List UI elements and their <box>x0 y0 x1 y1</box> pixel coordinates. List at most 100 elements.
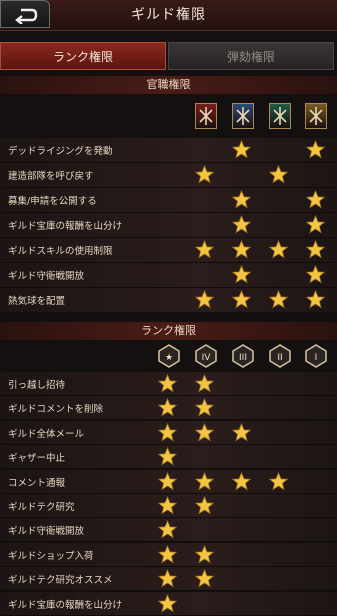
star-icon <box>232 471 251 490</box>
star-icon <box>232 240 251 259</box>
official-permission-row: 募集/申請を公開する <box>0 188 337 213</box>
star-icon <box>269 240 288 259</box>
rank-permission-row: 引っ越し招待 <box>0 372 337 396</box>
official-section-title: 官職権限 <box>0 76 337 94</box>
star-icon <box>306 290 325 309</box>
star-icon <box>158 447 177 466</box>
rank-permission-row: ギルドコメントを削除 <box>0 396 337 421</box>
star-icon <box>232 190 251 209</box>
star-icon <box>158 422 177 442</box>
star-icon <box>158 520 177 539</box>
official-permission-row: 熱気球を配置 <box>0 288 337 313</box>
castle-emblem-icon <box>269 103 291 129</box>
rank-badge-label: II <box>277 353 282 363</box>
permission-label: ギルドコメントを削除 <box>8 404 104 416</box>
star-icon <box>306 215 325 234</box>
header-bar: ギルド権限 <box>0 0 337 31</box>
rank-badge-label: III <box>239 353 247 363</box>
permission-label: ギルドテク研究 <box>8 502 75 513</box>
star-icon <box>158 496 177 515</box>
crossed-swords-emblem-icon-glyph <box>199 107 213 125</box>
star-icon <box>306 190 325 209</box>
permission-label: ギルド宝庫の報酬を山分け <box>8 221 123 232</box>
star-icon <box>195 496 214 515</box>
star-icon <box>232 422 251 442</box>
rank-permission-row: ギルドテク研究 <box>0 494 337 518</box>
rank-badge-label: I <box>315 353 318 363</box>
eagle-emblem-icon <box>232 103 254 129</box>
star-icon <box>158 471 177 490</box>
star-icon <box>158 398 177 417</box>
lion-emblem-icon <box>305 103 327 129</box>
rank-permission-row: ギャザー中止 <box>0 445 337 470</box>
rank-permission-row: ギルドテク研究オススメ <box>0 567 337 592</box>
star-icon <box>158 569 177 588</box>
star-icon <box>195 398 214 417</box>
rank-1-badge-icon: I <box>305 344 327 368</box>
rank-badge-label: IV <box>202 353 212 363</box>
star-icon <box>195 422 214 442</box>
rank-badge-label: ★ <box>165 353 173 363</box>
permission-label: 募集/申請を公開する <box>8 196 97 207</box>
tab-rank-permissions[interactable]: ランク権限 <box>0 42 166 70</box>
rank-permission-row: ギルド守衛戦開放 <box>0 518 337 543</box>
eagle-emblem-icon-glyph <box>236 107 250 125</box>
star-icon <box>158 544 177 564</box>
rank-permission-row: ギルドショップ入荷 <box>0 542 337 567</box>
permission-label: デッドライジングを発動 <box>8 146 113 157</box>
star-icon <box>269 471 288 490</box>
star-icon <box>269 165 288 184</box>
rank-2-badge-icon: II <box>269 344 291 368</box>
permission-label: ギルド全体メール <box>8 428 85 440</box>
permission-label: ギルド宝庫の報酬を山分け <box>8 599 123 611</box>
star-icon <box>195 240 214 259</box>
permission-label: ギルドテク研究オススメ <box>8 575 113 587</box>
star-icon <box>232 140 251 159</box>
rank-4-badge-icon-shape: IV <box>195 344 217 368</box>
star-icon <box>195 374 214 393</box>
crossed-swords-emblem-icon <box>195 103 217 129</box>
permission-label: ギルド守衛戦開放 <box>8 526 85 538</box>
rank-3-badge-icon: III <box>232 344 254 368</box>
tab-bar: ランク権限 弾劾権限 <box>0 42 337 72</box>
star-icon <box>232 290 251 309</box>
tab-impeachment-permissions[interactable]: 弾劾権限 <box>168 42 334 70</box>
star-icon <box>269 290 288 309</box>
star-icon <box>232 215 251 234</box>
rank-permission-row: ギルド宝庫の報酬を山分け <box>0 591 337 616</box>
star-icon <box>306 240 325 259</box>
rank-section-title: ランク権限 <box>0 322 337 340</box>
permission-label: 熱気球を配置 <box>8 296 66 307</box>
star-icon <box>195 471 214 490</box>
star-icon <box>306 265 325 284</box>
official-permission-row: デッドライジングを発動 <box>0 138 337 163</box>
star-icon <box>195 165 214 184</box>
official-permission-row: 建造部隊を呼び戻す <box>0 163 337 188</box>
permission-label: ギルドショップ入荷 <box>8 550 94 562</box>
official-permission-row: ギルド宝庫の報酬を山分け <box>0 213 337 238</box>
lion-emblem-icon-glyph <box>309 107 323 125</box>
star-icon <box>195 544 214 564</box>
star-icon <box>232 265 251 284</box>
rank-permission-row: ギルド全体メール <box>0 420 337 445</box>
star-icon <box>158 593 177 612</box>
permission-label: 建造部隊を呼び戻す <box>8 171 94 182</box>
star-icon <box>195 569 214 588</box>
permission-label: ギルドスキルの使用制限 <box>8 246 113 257</box>
rank-2-badge-icon-shape: II <box>269 344 291 368</box>
permission-label: 引っ越し招待 <box>8 380 66 391</box>
castle-emblem-icon-glyph <box>273 107 287 125</box>
official-permission-row: ギルド守衛戦開放 <box>0 263 337 288</box>
official-permission-row: ギルドスキルの使用制限 <box>0 238 337 263</box>
rank-3-badge-icon-shape: III <box>232 344 254 368</box>
rank-4-badge-icon: IV <box>195 344 217 368</box>
page-title: ギルド権限 <box>131 7 206 23</box>
permission-label: コメント通報 <box>8 477 66 489</box>
star-icon <box>306 140 325 159</box>
star-icon <box>158 374 177 393</box>
rank-1-badge-icon-shape: I <box>305 344 327 368</box>
rank-5-badge-icon-shape: ★ <box>158 344 180 368</box>
permission-label: ギャザー中止 <box>8 453 66 465</box>
rank-permission-row: コメント通報 <box>0 469 337 494</box>
star-icon <box>195 290 214 309</box>
